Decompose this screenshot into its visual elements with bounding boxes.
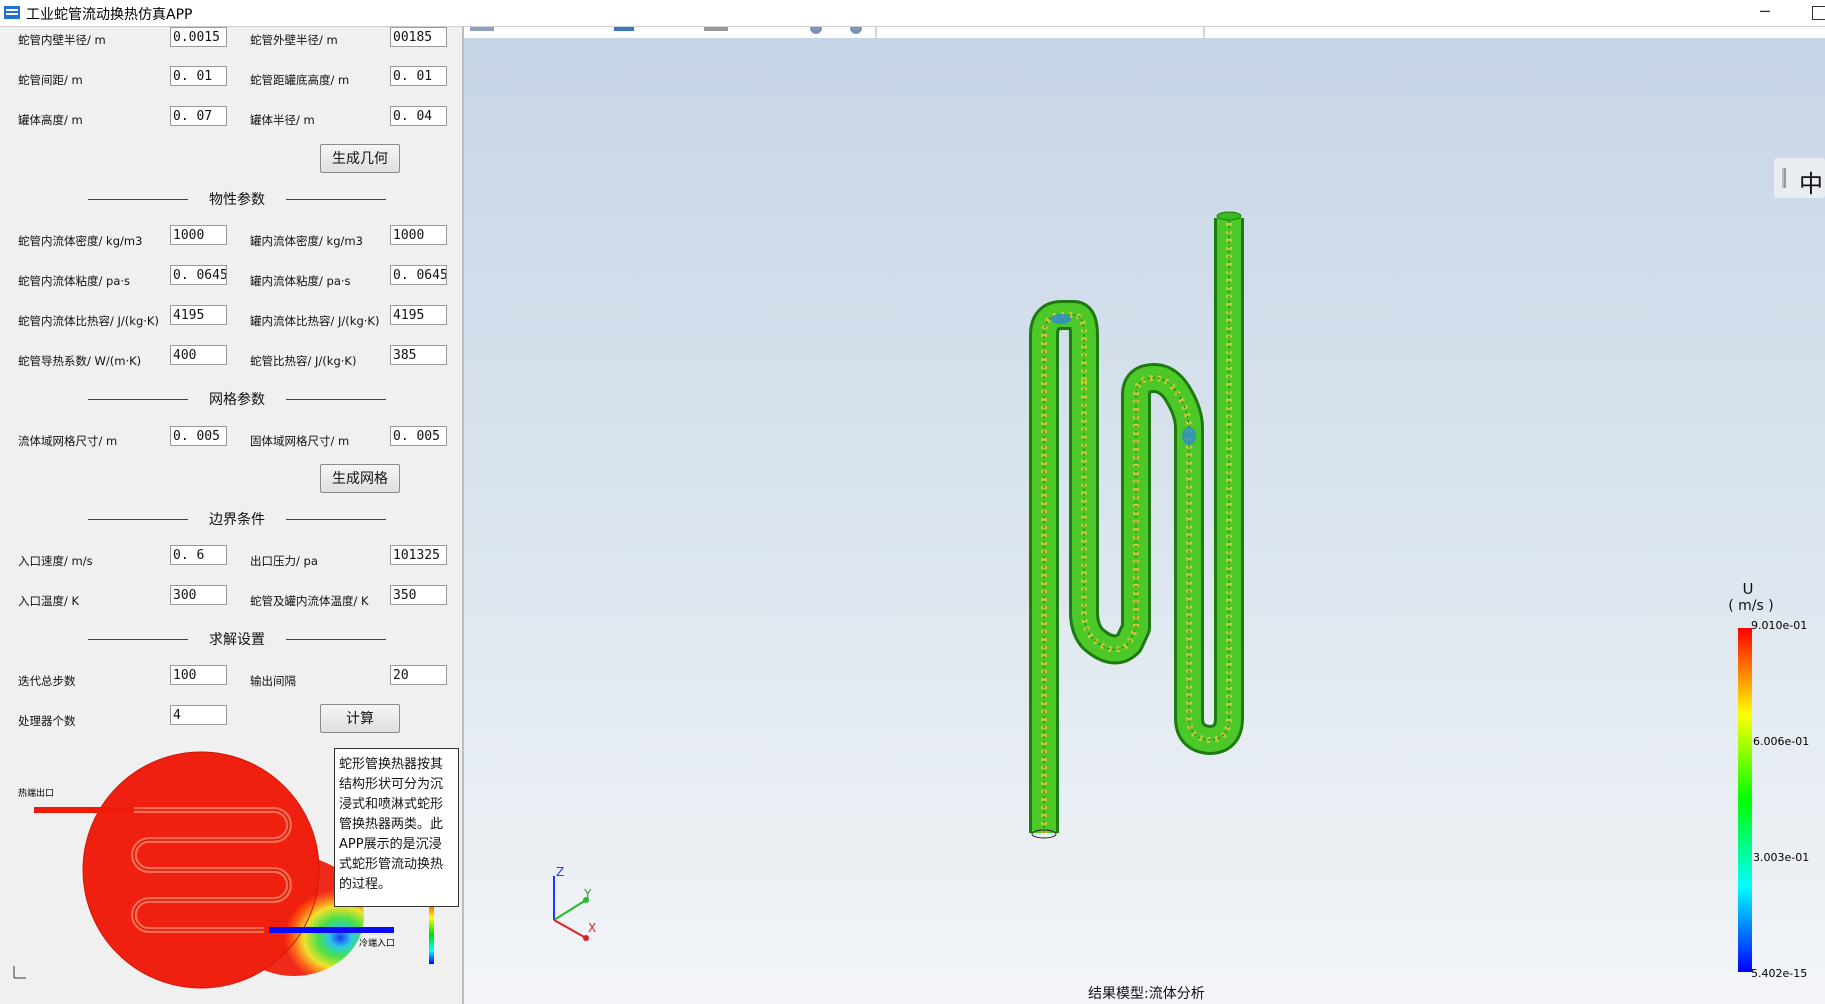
tank-radius-input[interactable]: 0. 04: [390, 106, 447, 126]
3d-viewport[interactable]: Z Y X 中 U ( m/s ) 9.010e-01 6.006e-01 3.…: [464, 38, 1825, 1004]
axis-z-label: Z: [556, 865, 564, 879]
legend-title-u: U: [1742, 580, 1754, 598]
iterations-label: 迭代总步数: [18, 674, 76, 688]
coil-cp-label: 蛇管内流体比热容/ J/(kg·K): [18, 314, 159, 328]
tank-density-label: 罐内流体密度/ kg/m3: [250, 234, 363, 248]
coil-k-input[interactable]: 400: [170, 345, 227, 365]
title-bar: 工业蛇管流动换热仿真APP ─: [0, 0, 1825, 27]
mini-axis-icon: [13, 966, 26, 979]
solid-mesh-size-label: 固体域网格尺寸/ m: [250, 434, 350, 448]
outlet-pressure-label: 出口压力/ pa: [250, 554, 318, 568]
coil-temp-label: 蛇管及罐内流体温度/ K: [250, 594, 369, 608]
bottom-height-label: 蛇管距罐底高度/ m: [250, 73, 350, 87]
maximize-button[interactable]: [1812, 6, 1825, 20]
inlet-velocity-input[interactable]: 0. 6: [170, 545, 227, 565]
tank-height-input[interactable]: 0. 07: [170, 106, 227, 126]
outer-radius-input[interactable]: 00185: [390, 27, 447, 47]
coil-temp-input[interactable]: 350: [390, 585, 447, 605]
boundary-section-header: 边界条件: [88, 509, 386, 529]
legend-tick-3: 3.003e-01: [1753, 851, 1810, 864]
fluid-mesh-size-input[interactable]: 0. 005: [170, 426, 227, 446]
solver-section-title: 求解设置: [209, 632, 265, 648]
processors-label: 处理器个数: [18, 714, 76, 728]
tank-radius-label: 罐体半径/ m: [250, 113, 315, 127]
tank-viscosity-label: 罐内流体粘度/ pa·s: [250, 274, 351, 288]
coil-viscosity-input[interactable]: 0. 0645: [170, 265, 227, 285]
properties-section-header: 物性参数: [88, 189, 386, 209]
legend-tick-min: 5.402e-15: [1751, 967, 1808, 980]
bottom-height-input[interactable]: 0. 01: [390, 66, 447, 86]
inlet-temp-label: 入口温度/ K: [18, 594, 80, 608]
window-title: 工业蛇管流动换热仿真APP: [26, 7, 193, 23]
iterations-input[interactable]: 100: [170, 665, 227, 685]
description-note: 蛇形管换热器按其结构形状可分为沉浸式和喷淋式蛇形管换热器两类。此APP展示的是沉…: [334, 748, 459, 907]
output-interval-input[interactable]: 20: [390, 665, 447, 685]
inner-radius-label: 蛇管内壁半径/ m: [18, 33, 106, 47]
generate-geometry-button[interactable]: 生成几何: [320, 144, 400, 173]
result-model-label: 结果模型:流体分析: [1088, 986, 1205, 1002]
minimize-button[interactable]: ─: [1760, 2, 1770, 21]
velocity-legend-bar: [1738, 628, 1752, 972]
hot-outlet-label: 热端出口: [18, 787, 54, 799]
generate-mesh-button[interactable]: 生成网格: [320, 464, 400, 493]
legend-tick-max: 9.010e-01: [1751, 619, 1808, 632]
coil-viscosity-label: 蛇管内流体粘度/ pa·s: [18, 274, 131, 288]
outer-radius-label: 蛇管外壁半径/ m: [250, 33, 338, 47]
tank-viscosity-input[interactable]: 0. 0645: [390, 265, 447, 285]
coil-solid-cp-input[interactable]: 385: [390, 345, 447, 365]
properties-section-title: 物性参数: [209, 192, 265, 208]
axis-triad: Z Y X: [553, 865, 596, 941]
inlet-temp-input[interactable]: 300: [170, 585, 227, 605]
coil-velocity-render: Z Y X: [553, 211, 1752, 972]
coil-k-label: 蛇管导热系数/ W/(m·K): [18, 354, 142, 368]
cold-inlet-label: 冷端入口: [359, 937, 395, 949]
boundary-section-title: 边界条件: [209, 512, 265, 528]
inlet-velocity-label: 入口速度/ m/s: [18, 554, 93, 568]
coil-density-input[interactable]: 1000: [170, 225, 227, 245]
axis-y-label: Y: [583, 887, 592, 901]
compute-button[interactable]: 计算: [320, 704, 400, 733]
coil-solid-cp-label: 蛇管比热容/ J/(kg·K): [250, 354, 357, 368]
app-icon: [4, 6, 20, 19]
tank-cp-input[interactable]: 4195: [390, 305, 447, 325]
legend-title-unit: ( m/s ): [1728, 598, 1774, 614]
spacing-input[interactable]: 0. 01: [170, 66, 227, 86]
legend-tick-2: 6.006e-01: [1753, 735, 1810, 748]
coil-cp-input[interactable]: 4195: [170, 305, 227, 325]
spacing-label: 蛇管间距/ m: [18, 73, 83, 87]
coil-density-label: 蛇管内流体密度/ kg/m3: [18, 234, 143, 248]
fluid-mesh-size-label: 流体域网格尺寸/ m: [18, 434, 118, 448]
inner-radius-input[interactable]: 0.0015: [170, 27, 227, 47]
output-interval-label: 输出间隔: [250, 674, 296, 688]
solver-section-header: 求解设置: [88, 629, 386, 649]
processors-input[interactable]: 4: [170, 705, 227, 725]
tank-cp-label: 罐内流体比热容/ J/(kg·K): [250, 314, 380, 328]
solid-mesh-size-input[interactable]: 0. 005: [390, 426, 447, 446]
mesh-section-title: 网格参数: [209, 392, 265, 408]
mesh-section-header: 网格参数: [88, 389, 386, 409]
axis-x-label: X: [588, 921, 596, 935]
outlet-pressure-input[interactable]: 101325: [390, 545, 447, 565]
tank-height-label: 罐体高度/ m: [18, 113, 83, 127]
toolbar-icons: [470, 27, 1205, 38]
language-button[interactable]: 中: [1774, 158, 1825, 198]
tank-density-input[interactable]: 1000: [390, 225, 447, 245]
